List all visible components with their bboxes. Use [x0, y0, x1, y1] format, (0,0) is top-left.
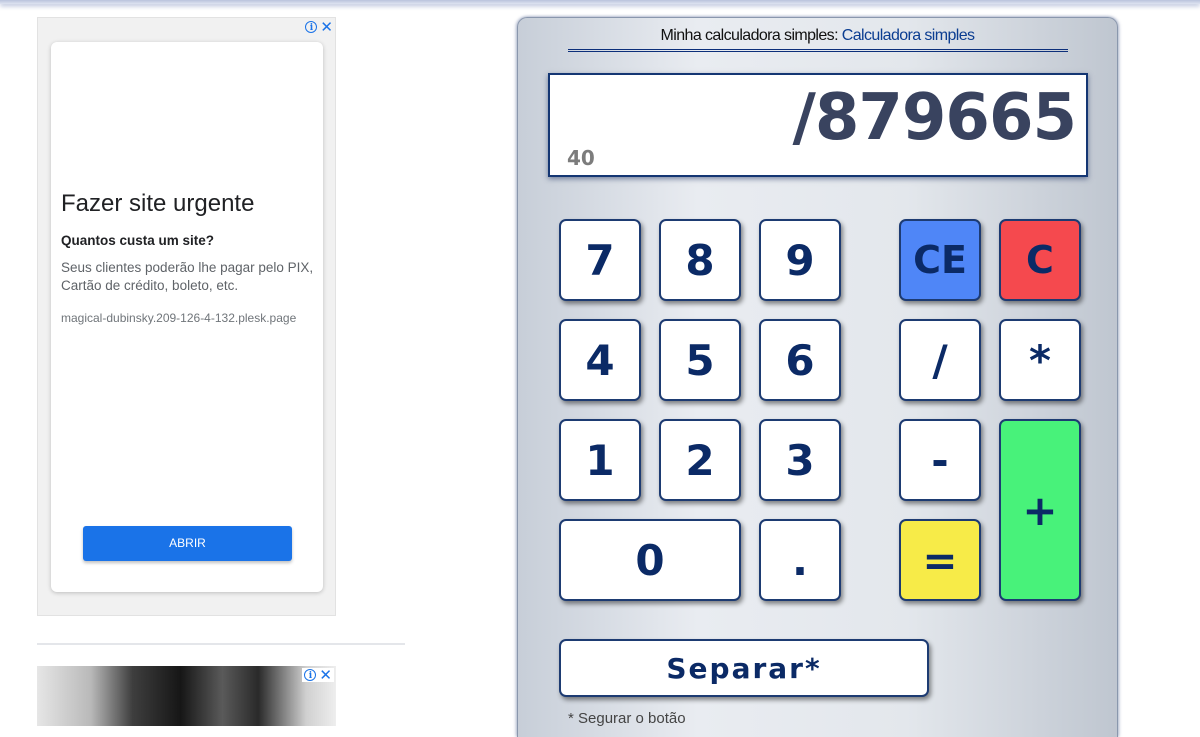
calculator-header: Minha calculadora simples: Calculadora s…: [518, 27, 1117, 45]
ad-image-banner[interactable]: i ✕: [37, 666, 336, 726]
key-5[interactable]: 5: [659, 319, 741, 401]
ad-info-icon[interactable]: i: [305, 21, 318, 33]
equals-button[interactable]: =: [899, 519, 981, 601]
key-2[interactable]: 2: [659, 419, 741, 501]
display-secondary-value: 40: [567, 146, 595, 170]
key-1[interactable]: 1: [559, 419, 641, 501]
divider: [37, 643, 405, 645]
ad-controls: i ✕: [302, 668, 334, 683]
calculator-header-link[interactable]: Calculadora simples: [842, 27, 975, 44]
ad-title[interactable]: Fazer site urgente: [61, 190, 254, 218]
key-4[interactable]: 4: [559, 319, 641, 401]
key-6[interactable]: 6: [759, 319, 841, 401]
clear-entry-button[interactable]: CE: [899, 219, 981, 301]
ad-open-button[interactable]: ABRIR: [83, 526, 292, 561]
key-0[interactable]: 0: [559, 519, 741, 601]
calculator: Minha calculadora simples: Calculadora s…: [517, 17, 1118, 737]
key-decimal[interactable]: .: [759, 519, 841, 601]
ad-url[interactable]: magical-dubinsky.209-126-4-132.plesk.pag…: [61, 311, 313, 325]
key-9[interactable]: 9: [759, 219, 841, 301]
ad-description: Seus clientes poderão lhe pagar pelo PIX…: [61, 260, 314, 293]
ad-banner[interactable]: i ✕ Fazer site urgente Quantos custa um …: [37, 17, 336, 616]
ad-close-icon[interactable]: ✕: [320, 20, 333, 35]
divide-button[interactable]: /: [899, 319, 981, 401]
ad-subtitle: Quantos custa um site?: [61, 233, 215, 248]
key-3[interactable]: 3: [759, 419, 841, 501]
display-main-value: /879665: [792, 81, 1077, 155]
key-7[interactable]: 7: [559, 219, 641, 301]
clear-button[interactable]: C: [999, 219, 1081, 301]
separate-button[interactable]: Separar*: [559, 639, 929, 697]
ad-card[interactable]: Fazer site urgente Quantos custa um site…: [51, 42, 323, 592]
footnote: * Segurar o botão: [568, 710, 686, 727]
calculator-header-label: Minha calculadora simples:: [660, 27, 842, 44]
add-button[interactable]: +: [999, 419, 1081, 601]
top-bar: [0, 0, 1200, 4]
ad-info-icon[interactable]: i: [304, 669, 317, 681]
subtract-button[interactable]: -: [899, 419, 981, 501]
calculator-display: /879665 40: [548, 73, 1088, 177]
multiply-button[interactable]: *: [999, 319, 1081, 401]
header-rule: [568, 49, 1068, 52]
ad-controls: i ✕: [305, 20, 333, 35]
ad-close-icon[interactable]: ✕: [319, 668, 332, 683]
key-8[interactable]: 8: [659, 219, 741, 301]
